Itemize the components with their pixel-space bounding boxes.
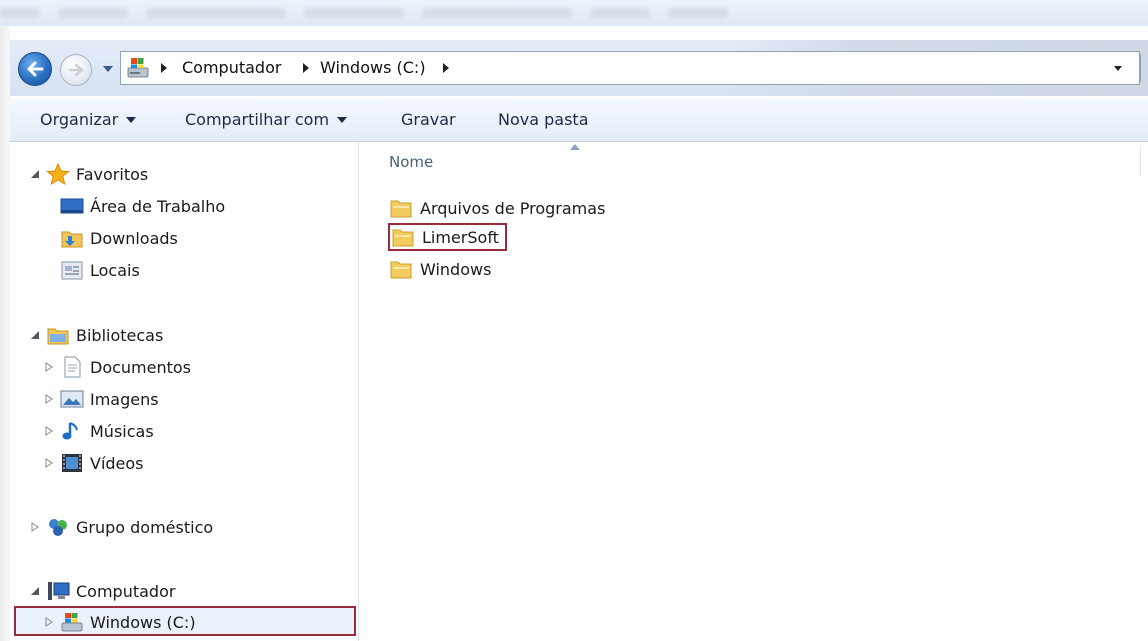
- share-with-button[interactable]: Compartilhar com: [185, 109, 348, 131]
- tree-item-label: Documentos: [90, 357, 192, 377]
- file-item-limersoft[interactable]: LimerSoft: [388, 223, 507, 251]
- tree-libraries-label: Bibliotecas: [76, 325, 164, 345]
- recent-places-icon: [61, 261, 83, 280]
- tree-item-label: Músicas: [90, 421, 154, 441]
- tree-computer[interactable]: Computador: [30, 578, 175, 604]
- chevron-down-icon: [103, 66, 113, 72]
- expanded-triangle-icon[interactable]: [30, 169, 40, 179]
- chevron-down-icon: [126, 117, 137, 123]
- downloads-icon: [61, 231, 83, 248]
- tree-item-label: Windows (C:): [90, 612, 196, 632]
- drive-icon: [61, 613, 83, 632]
- back-button[interactable]: [18, 52, 52, 86]
- chevron-down-icon: [337, 117, 348, 123]
- pictures-icon: [60, 390, 84, 408]
- homegroup-icon: [49, 519, 67, 536]
- breadcrumb-arrow-icon[interactable]: [442, 62, 450, 74]
- file-item-windows[interactable]: Windows: [388, 255, 497, 283]
- breadcrumb-arrow-icon[interactable]: [160, 62, 168, 74]
- drive-icon: [127, 58, 149, 78]
- column-divider[interactable]: [1140, 146, 1141, 176]
- collapsed-triangle-icon[interactable]: [44, 617, 54, 627]
- tree-item-desktop[interactable]: Área de Trabalho: [60, 193, 225, 219]
- computer-icon: [48, 582, 70, 600]
- tree-item-videos[interactable]: Vídeos: [44, 450, 144, 476]
- tree-item-documents[interactable]: Documentos: [44, 354, 191, 380]
- back-arrow-icon: [27, 61, 44, 77]
- desktop-icon: [60, 198, 84, 214]
- breadcrumb-windows-c[interactable]: Windows (C:): [320, 58, 426, 78]
- tree-favorites[interactable]: Favoritos: [30, 161, 148, 187]
- tree-item-label: Área de Trabalho: [90, 196, 226, 216]
- tree-homegroup-label: Grupo doméstico: [76, 517, 214, 537]
- tree-item-label: Locais: [90, 260, 140, 280]
- file-item-arquivos-de-programas[interactable]: Arquivos de Programas: [388, 194, 611, 222]
- expanded-triangle-icon[interactable]: [30, 586, 40, 596]
- share-with-label: Compartilhar com: [185, 110, 330, 129]
- organize-button[interactable]: Organizar: [40, 109, 137, 131]
- refresh-button-edge[interactable]: [1140, 54, 1148, 82]
- folder-icon: [390, 200, 412, 218]
- videos-icon: [62, 454, 82, 472]
- tree-item-label: Imagens: [90, 389, 159, 409]
- file-item-label: Windows: [420, 259, 492, 279]
- chevron-down-icon[interactable]: [1112, 62, 1124, 74]
- forward-button[interactable]: [60, 54, 92, 86]
- organize-label: Organizar: [40, 110, 119, 129]
- collapsed-triangle-icon[interactable]: [30, 522, 40, 532]
- breadcrumb-arrow-icon[interactable]: [302, 62, 310, 74]
- tree-item-music[interactable]: Músicas: [44, 418, 154, 444]
- tree-computer-label: Computador: [76, 581, 176, 601]
- file-item-label: Arquivos de Programas: [420, 198, 606, 218]
- expanded-triangle-icon[interactable]: [30, 330, 40, 340]
- folder-icon: [392, 229, 414, 247]
- star-icon: [46, 163, 70, 185]
- window-left-frame: [0, 26, 10, 641]
- tree-item-recent-places[interactable]: Locais: [60, 257, 140, 283]
- burn-button[interactable]: Gravar: [401, 109, 456, 131]
- tree-item-downloads[interactable]: Downloads: [60, 225, 178, 251]
- tree-item-label: Vídeos: [90, 453, 144, 473]
- recent-pages-dropdown[interactable]: [102, 64, 114, 74]
- forward-arrow-icon: [68, 63, 84, 77]
- collapsed-triangle-icon[interactable]: [44, 426, 54, 436]
- sort-ascending-icon: [570, 144, 580, 150]
- collapsed-triangle-icon[interactable]: [44, 394, 54, 404]
- documents-icon: [64, 356, 81, 378]
- collapsed-triangle-icon[interactable]: [44, 362, 54, 372]
- new-folder-button[interactable]: Nova pasta: [498, 109, 589, 131]
- collapsed-triangle-icon[interactable]: [44, 458, 54, 468]
- tree-homegroup[interactable]: Grupo doméstico: [30, 514, 213, 540]
- breadcrumb-computador[interactable]: Computador: [182, 58, 281, 78]
- column-header-name[interactable]: Nome: [389, 153, 433, 171]
- tree-favorites-label: Favoritos: [76, 164, 149, 184]
- blurred-background-ribbon: [0, 0, 1148, 26]
- folder-icon: [390, 261, 412, 279]
- music-icon: [62, 422, 78, 440]
- tree-libraries[interactable]: Bibliotecas: [30, 322, 163, 348]
- file-item-label: LimerSoft: [422, 227, 499, 247]
- tree-item-pictures[interactable]: Imagens: [44, 386, 159, 412]
- libraries-icon: [47, 328, 69, 345]
- tree-item-windows-c[interactable]: Windows (C:): [44, 609, 196, 635]
- tree-item-label: Downloads: [90, 228, 178, 248]
